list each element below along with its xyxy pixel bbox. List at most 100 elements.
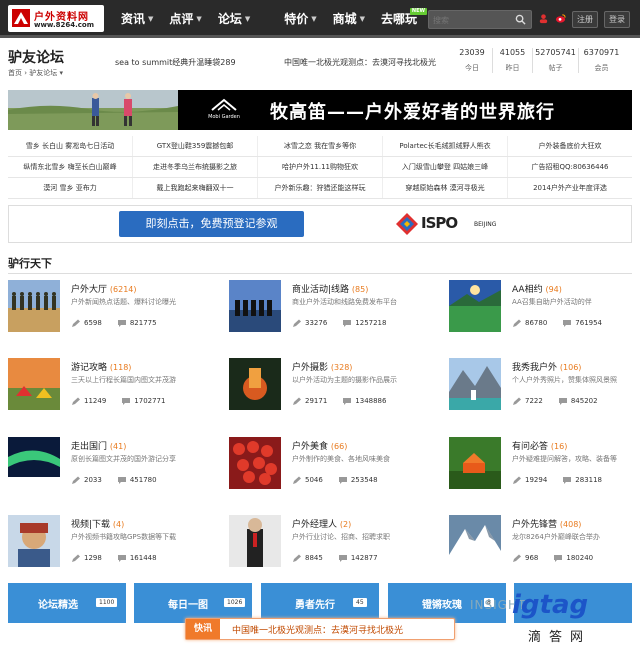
site-logo[interactable]: 户外资料网 www.8264.com	[8, 5, 104, 32]
section-divider	[8, 273, 632, 274]
quick-link[interactable]: 户外装备底价大狂欢	[508, 136, 632, 156]
forum-thumbnail[interactable]	[8, 280, 60, 332]
forum-name[interactable]: 户外美食 (66)	[292, 439, 347, 452]
forum-card[interactable]: 有问必答 (16) 户外疑难提问解答，攻略、装备等 19294 283118	[449, 437, 640, 497]
tab-forum-picks[interactable]: 论坛精选 1100	[8, 583, 126, 623]
forum-meta: 33276 1257218	[292, 319, 386, 328]
forum-thumbnail[interactable]	[449, 358, 501, 410]
forum-card[interactable]: AA相约 (94) AA召集自助户外活动的伴 86780 761954	[449, 280, 640, 340]
new-badge: NEW	[409, 8, 428, 15]
forum-meta: 29171 1348886	[292, 397, 386, 406]
weibo-icon[interactable]	[555, 13, 566, 24]
quick-link[interactable]: 广告招租QQ:80636446	[508, 157, 632, 177]
forum-name-text: 户外经理人	[292, 520, 338, 530]
forum-name[interactable]: 户外先锋营 (408)	[512, 517, 581, 530]
quick-link[interactable]: 漠河 雪乡 亚布力	[8, 178, 133, 198]
forum-meta: 5046 253548	[292, 476, 378, 485]
nav-reviews[interactable]: 点评 ▼	[161, 0, 209, 38]
forum-card[interactable]: 户外经理人 (2) 户外行业讨论、招商、招聘求职 8845 142877	[229, 515, 429, 575]
forum-thumbnail[interactable]	[8, 515, 60, 567]
ad-banner-ispo: 即刻点击，免费预登记参观 ISPO BEIJING	[8, 205, 632, 243]
quick-link[interactable]: GTX登山鞋359震撼包邮	[133, 136, 258, 156]
forum-card[interactable]: 户外美食 (66) 户外制作的美食、各地风味美食 5046 253548	[229, 437, 429, 497]
forum-card[interactable]: 户外摄影 (328) 以户外活动为主题的摄影作品展示 29171 1348886	[229, 358, 429, 418]
login-button[interactable]: 登录	[604, 11, 630, 28]
search-input[interactable]	[433, 13, 513, 27]
forum-card[interactable]: 商业活动|线路 (85) 商业户外活动和线路免费发布平台 33276 1257218	[229, 280, 429, 340]
forum-meta: 968 180240	[512, 554, 593, 563]
register-visit-button[interactable]: 即刻点击，免费预登记参观	[119, 211, 304, 237]
quick-link[interactable]: 走进冬季乌兰布统摄影之旅	[133, 157, 258, 177]
stat-label: 今日	[465, 64, 479, 72]
forum-name[interactable]: 有问必答 (16)	[512, 439, 567, 452]
quick-link[interactable]: 穿越原始森林 漠河寻极光	[383, 178, 508, 198]
forum-name[interactable]: AA相约 (94)	[512, 282, 562, 295]
quick-link[interactable]: 哈护户外11.11购物狂欢	[258, 157, 383, 177]
quick-link[interactable]: 入门级雪山攀登 四姑娘三峰	[383, 157, 508, 177]
user-icon[interactable]	[538, 13, 549, 24]
quick-link[interactable]: 户外新乐趣：狩猎还能这样玩	[258, 178, 383, 198]
tab-count: 45	[353, 598, 367, 607]
comment-icon	[117, 320, 126, 327]
forum-thumbnail[interactable]	[229, 358, 281, 410]
forum-name-text: 视频|下载	[71, 520, 111, 530]
forum-meta: 1298 161448	[71, 554, 157, 563]
quick-link[interactable]: 雪乡 长白山 雾凇岛七日活动	[8, 136, 133, 156]
stat-value: 23039	[459, 48, 485, 57]
marquee-link-1[interactable]: sea to summit经典升温睡袋289	[115, 57, 236, 68]
forum-count: (16)	[550, 442, 568, 451]
forum-name[interactable]: 游记攻略 (118)	[71, 360, 131, 373]
forum-card[interactable]: 我秀我户外 (106) 个人户外秀照片，赞集体照风景照 7222 845202	[449, 358, 640, 418]
search-icon[interactable]	[515, 14, 526, 25]
tab-brave-first[interactable]: 勇者先行 45	[261, 583, 379, 623]
forum-name[interactable]: 商业活动|线路 (85)	[292, 282, 368, 295]
forum-name[interactable]: 我秀我户外 (106)	[512, 360, 581, 373]
forum-name[interactable]: 视频|下载 (4)	[71, 517, 124, 530]
tab-daily-photo[interactable]: 每日一图 1026	[134, 583, 252, 623]
top-navbar: 户外资料网 www.8264.com 资讯 ▼ 点评 ▼ 论坛 ▼ 特价 ▼ 商城 ▼ 去…	[0, 0, 640, 38]
forum-thumbnail[interactable]	[449, 515, 501, 567]
forum-name[interactable]: 户外经理人 (2)	[292, 517, 351, 530]
nav-deals[interactable]: 特价 ▼	[276, 0, 324, 38]
forum-card[interactable]: 视频|下载 (4) 户外视频书籍攻略GPS数据等下载 1298 161448	[8, 515, 208, 575]
stat-label: 昨日	[505, 64, 520, 72]
nav-forum[interactable]: 论坛 ▼	[210, 0, 258, 38]
nav-mall[interactable]: 商城 ▼	[325, 0, 373, 38]
forum-name[interactable]: 走出国门 (41)	[71, 439, 126, 452]
forum-name[interactable]: 户外摄影 (328)	[292, 360, 352, 373]
forum-card[interactable]: 游记攻略 (118) 三天以上行程长篇国内图文并茂游 11249 1702771	[8, 358, 208, 418]
pencil-icon	[513, 554, 521, 562]
forum-thumbnail[interactable]	[229, 515, 281, 567]
chevron-down-icon: ▼	[244, 15, 251, 23]
forum-meta: 7222 845202	[512, 397, 598, 406]
forum-thumbnail[interactable]	[449, 437, 501, 489]
quick-link[interactable]: 纵情东北雪乡 嗨至长白山巅峰	[8, 157, 133, 177]
ad-banner-mobigarden[interactable]: Mobi Garden 牧高笛——户外爱好者的世界旅行	[8, 90, 632, 130]
forum-card[interactable]: 户外大厅 (6214) 户外新闻热点话题、爆料讨论曝光 6598 821775	[8, 280, 208, 340]
forum-count: (2)	[339, 520, 352, 529]
forum-thumbnail[interactable]	[229, 280, 281, 332]
quick-link[interactable]: 2014户外产业年度评选	[508, 178, 632, 198]
quick-link[interactable]: 冰雪之恋 我在雪乡等你	[258, 136, 383, 156]
register-button[interactable]: 注册	[572, 11, 598, 28]
forum-thumbnail[interactable]	[8, 437, 60, 489]
stat-yesterday: 41055 昨日	[492, 48, 532, 73]
forum-thumbnail[interactable]	[229, 437, 281, 489]
quick-link[interactable]: 戴上我跑起来嗨翻双十一	[133, 178, 258, 198]
forum-count: (118)	[109, 363, 132, 372]
nav-travel-label: 去哪玩	[381, 12, 418, 26]
forum-name[interactable]: 户外大厅 (6214)	[71, 282, 137, 295]
breadcrumb[interactable]: 首页 › 驴友论坛 ▾	[8, 68, 63, 78]
post-count: 845202	[570, 397, 598, 405]
forum-card[interactable]: 走出国门 (41) 原创长篇图文并茂的国外游记分享 2033 451780	[8, 437, 208, 497]
marquee-link-2[interactable]: 中国唯一北极光观测点：去漠河寻找北极光	[284, 57, 436, 68]
tab-count: 1026	[224, 598, 246, 607]
forum-card[interactable]: 户外先锋营 (408) 龙尔8264户外巅峰联合举办 968 180240	[449, 515, 640, 575]
forum-thumbnail[interactable]	[449, 280, 501, 332]
flash-news[interactable]: 快讯 中国唯一北极光观测点：去漠河寻找北极光	[185, 618, 455, 640]
quick-link[interactable]: Polartec长毛绒抓绒野人熊衣	[383, 136, 508, 156]
forum-thumbnail[interactable]	[8, 358, 60, 410]
nav-travel[interactable]: 去哪玩 NEW	[373, 0, 428, 38]
nav-deals-label: 特价	[284, 12, 309, 26]
nav-news[interactable]: 资讯 ▼	[113, 0, 161, 38]
